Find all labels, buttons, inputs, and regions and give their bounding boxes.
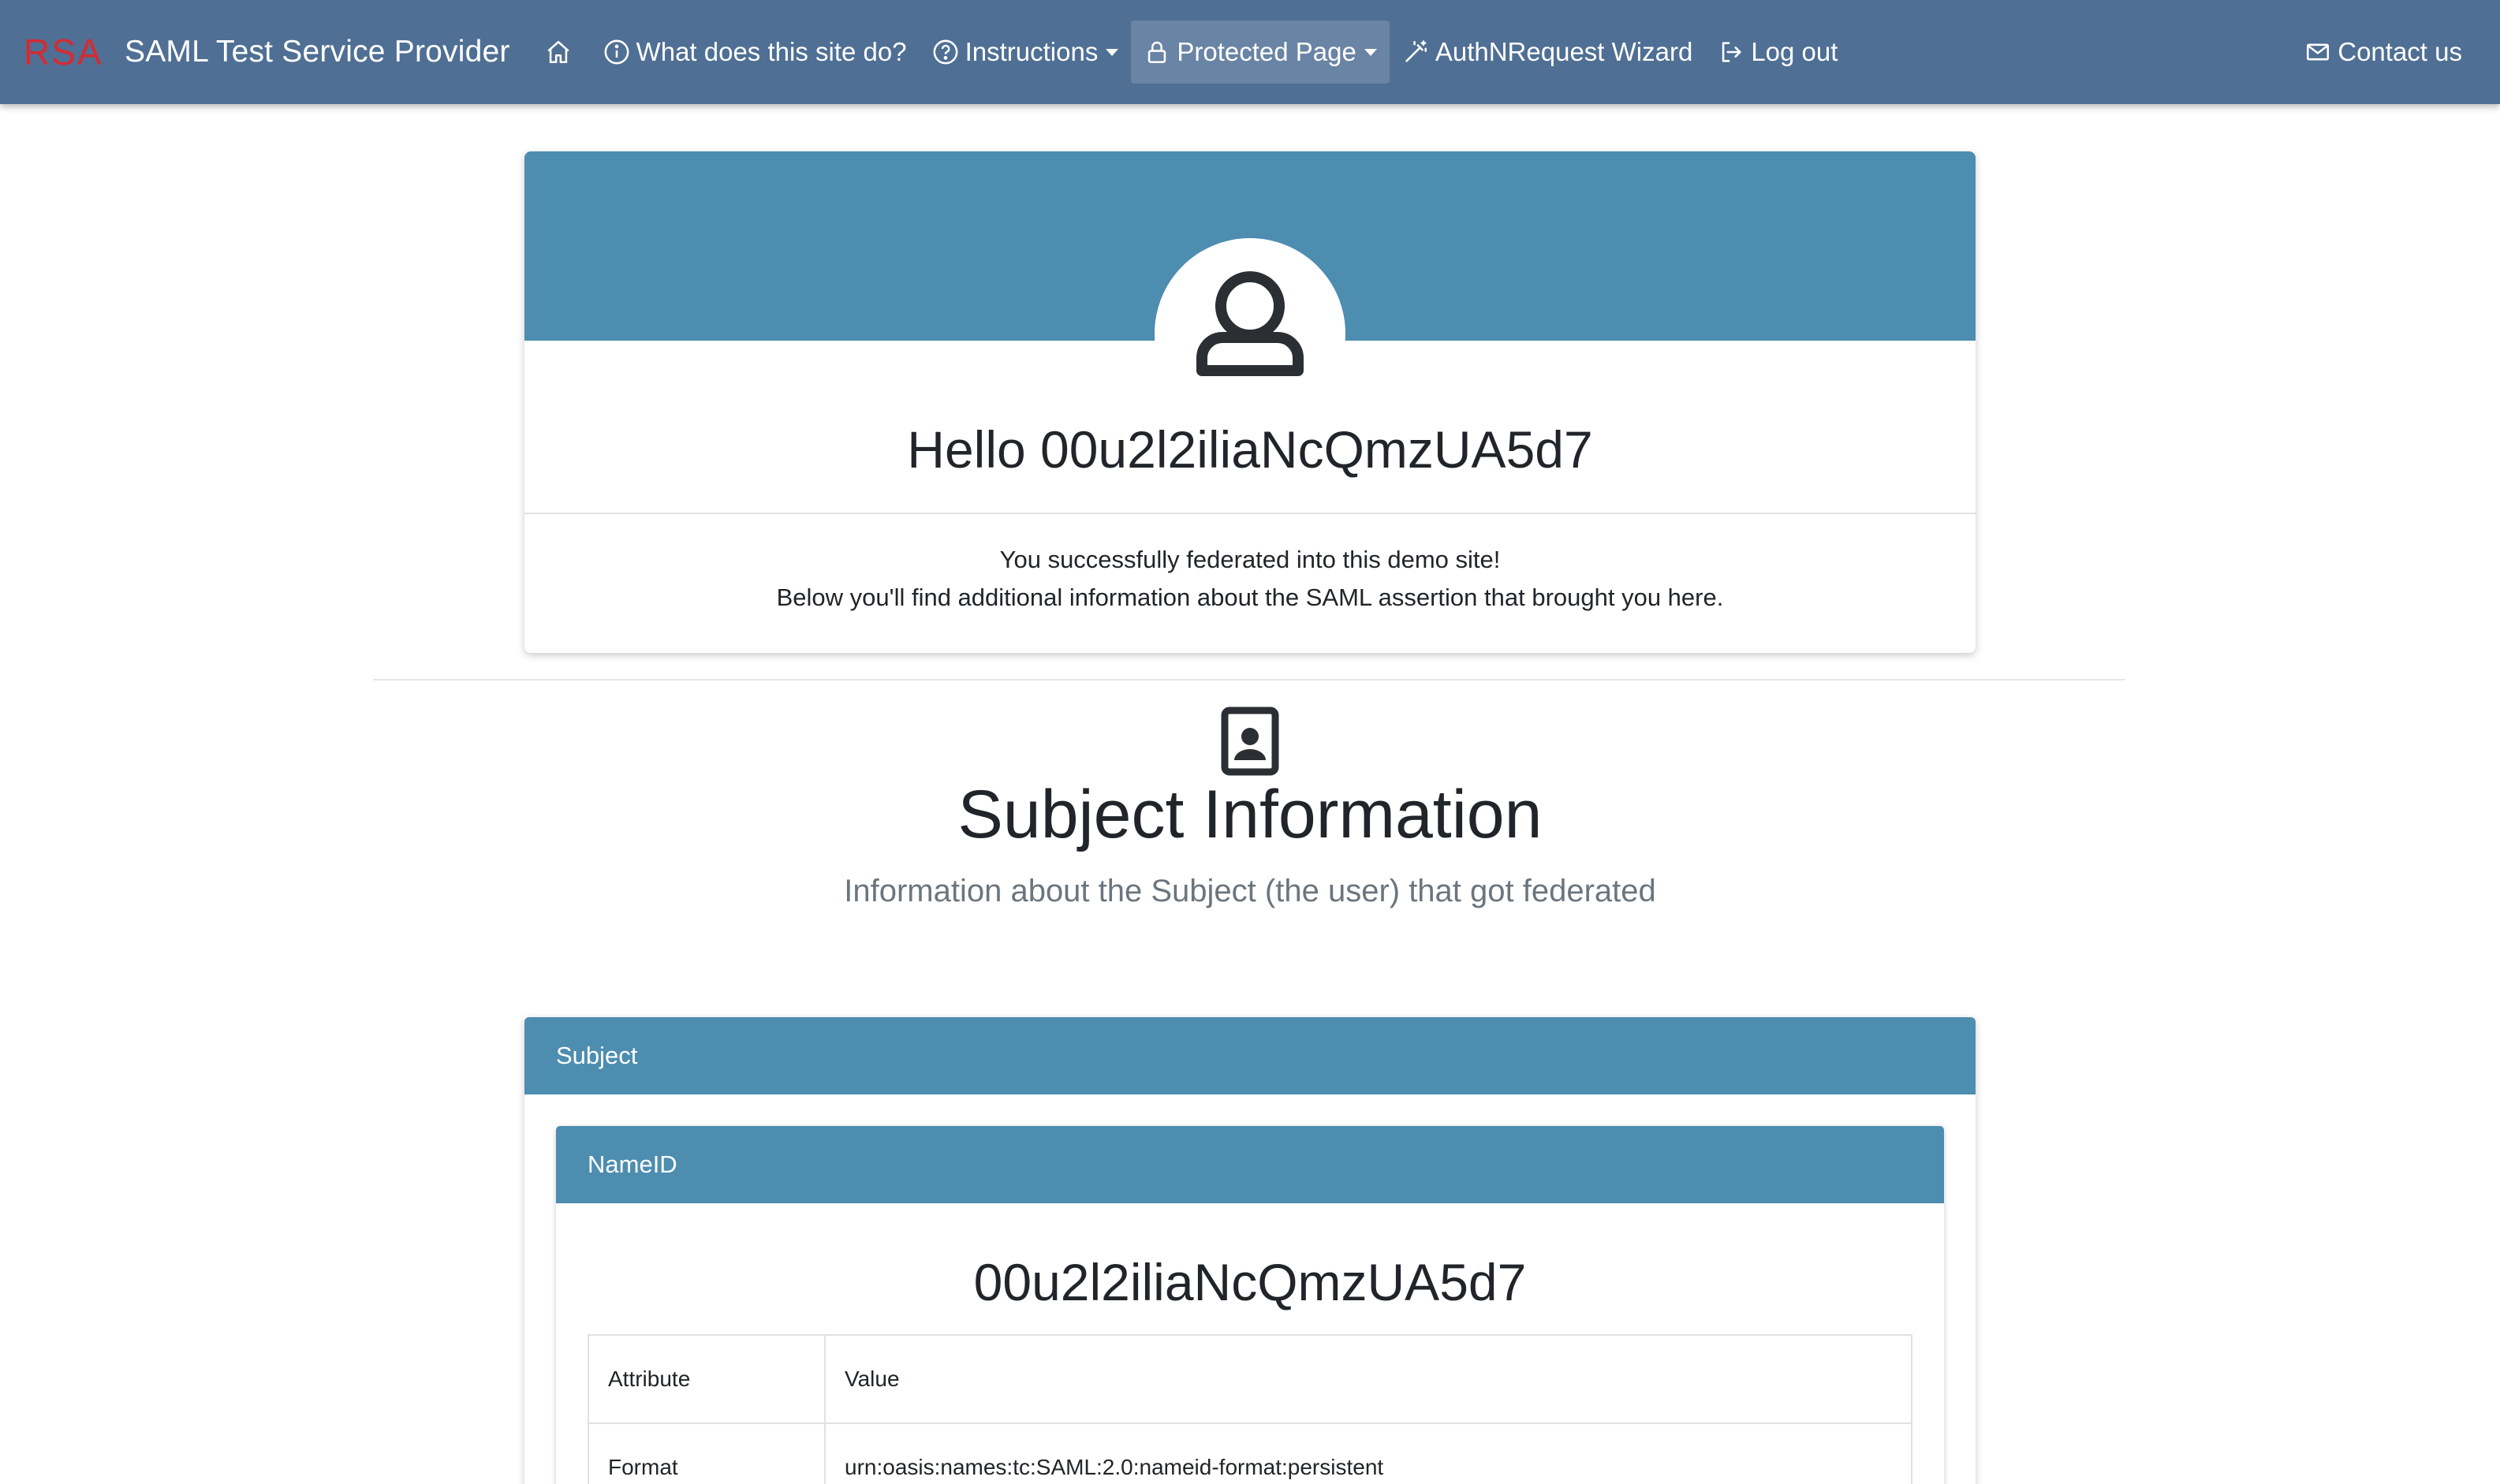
nav-label: Instructions	[965, 37, 1099, 66]
greeting-heading: Hello 00u2l2iliaNcQmzUA5d7	[907, 420, 1593, 479]
nav-authnrequest-wizard[interactable]: AuthNRequest Wizard	[1390, 21, 1705, 84]
welcome-line-2: Below you'll find additional information…	[776, 584, 1724, 611]
subject-card: Subject NameID 00u2l2iliaNcQmzUA5d7 Attr…	[524, 1017, 1976, 1484]
column-header-attribute: Attribute	[588, 1334, 826, 1424]
nameid-value: 00u2l2iliaNcQmzUA5d7	[973, 1253, 1527, 1311]
section-title: Subject Information	[957, 777, 1543, 852]
subject-card-header: Subject	[524, 1017, 1976, 1094]
main-nav: What does this site do? Instructions Pro…	[532, 0, 1851, 104]
value-cell: urn:oasis:names:tc:SAML:2.0:nameid-forma…	[824, 1422, 1912, 1484]
nav-label: AuthNRequest Wizard	[1435, 37, 1693, 66]
site-title[interactable]: SAML Test Service Provider	[125, 35, 510, 69]
top-navbar: RSA SAML Test Service Provider What does…	[0, 0, 2500, 104]
question-circle-icon	[933, 39, 958, 65]
nav-label: Protected Page	[1177, 37, 1356, 66]
chevron-down-icon	[1364, 48, 1377, 56]
rsa-logo: RSA	[24, 33, 103, 71]
magic-wand-icon	[1405, 40, 1427, 62]
nav-instructions[interactable]: Instructions	[920, 21, 1132, 84]
svg-text:RSA: RSA	[24, 33, 103, 71]
brand[interactable]: RSA SAML Test Service Provider	[24, 33, 510, 71]
table-row: Format urn:oasis:names:tc:SAML:2.0:namei…	[588, 1422, 1912, 1484]
info-circle-icon	[604, 39, 629, 65]
contact-card-icon	[1221, 707, 1279, 776]
welcome-line-1: You successfully federated into this dem…	[999, 546, 1501, 573]
nameid-card: NameID 00u2l2iliaNcQmzUA5d7 Attribute Va…	[556, 1126, 1944, 1484]
welcome-card: Hello 00u2l2iliaNcQmzUA5d7 You successfu…	[524, 151, 1976, 653]
nav-contact-us[interactable]: Contact us	[2292, 21, 2475, 84]
column-header-value: Value	[824, 1334, 1912, 1424]
divider	[524, 513, 1976, 514]
nav-label: What does this site do?	[636, 37, 907, 66]
envelope-icon	[2307, 43, 2330, 61]
nav-protected-page[interactable]: Protected Page	[1131, 21, 1390, 84]
nav-what-does-this-site-do[interactable]: What does this site do?	[591, 21, 920, 84]
section-subtitle: Information about the Subject (the user)…	[844, 874, 1656, 908]
nav-log-out[interactable]: Log out	[1705, 21, 1850, 84]
table-header-row: Attribute Value	[588, 1334, 1912, 1424]
logout-icon	[1722, 42, 1741, 62]
home-icon	[547, 40, 569, 64]
attribute-cell: Format	[588, 1422, 826, 1484]
section-divider	[373, 679, 2125, 680]
nameid-card-header: NameID	[556, 1126, 1944, 1203]
nav-label: Log out	[1751, 37, 1838, 66]
nav-home[interactable]	[532, 21, 591, 84]
welcome-message: You successfully federated into this dem…	[524, 541, 1976, 617]
lock-icon	[1148, 41, 1166, 64]
user-icon	[1196, 271, 1304, 376]
chevron-down-icon	[1106, 48, 1119, 56]
avatar	[1155, 238, 1345, 429]
nameid-attributes-table: Attribute Value Format urn:oasis:names:t…	[588, 1334, 1912, 1484]
nav-right: Contact us	[2292, 0, 2475, 104]
nav-label: Contact us	[2338, 37, 2462, 66]
